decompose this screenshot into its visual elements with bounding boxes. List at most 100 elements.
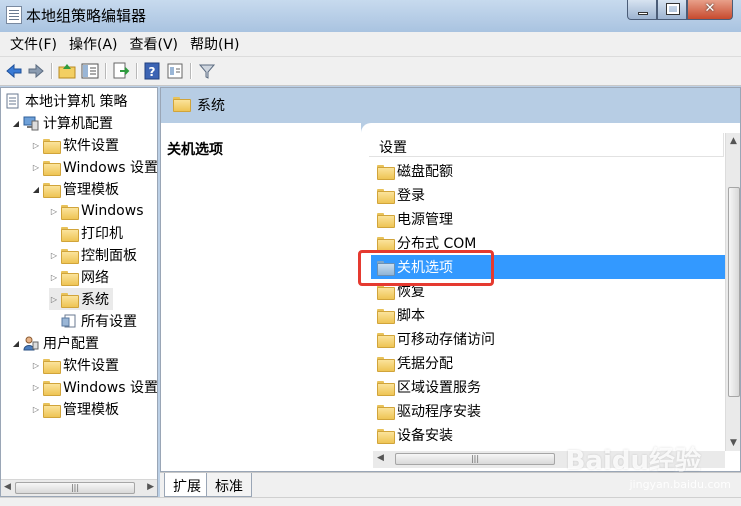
folder-icon [377, 188, 395, 204]
description-title: 关机选项 [167, 142, 223, 158]
folder-icon [377, 380, 395, 396]
tree-item-computer-config[interactable]: ◢ 计算机配置 [11, 112, 113, 134]
toolbar-separator [136, 63, 137, 79]
scrollbar-thumb[interactable]: ||| [15, 482, 135, 494]
help-icon[interactable]: ? [142, 61, 162, 81]
folder-icon [43, 402, 61, 418]
expand-arrow-icon[interactable]: ▷ [31, 141, 41, 150]
collapse-arrow-icon[interactable]: ◢ [11, 119, 21, 128]
expand-arrow-icon[interactable]: ▷ [49, 295, 59, 304]
tree-item-system[interactable]: ▷ 系统 [49, 288, 113, 310]
minimize-button[interactable] [627, 0, 657, 20]
tab-extended[interactable]: 扩展 [164, 473, 210, 497]
up-folder-icon[interactable] [57, 61, 77, 81]
window-controls: ✕ [627, 0, 733, 20]
scroll-right-icon[interactable]: ▶ [147, 482, 154, 492]
column-divider [723, 133, 724, 157]
menu-file[interactable]: 文件(F) [4, 34, 63, 54]
folder-icon [43, 138, 61, 154]
list-item[interactable]: 脚本 [371, 303, 726, 327]
scroll-up-icon[interactable]: ▲ [730, 136, 737, 146]
folder-icon [43, 380, 61, 396]
close-button[interactable]: ✕ [687, 0, 733, 20]
expand-arrow-icon[interactable]: ▷ [49, 273, 59, 282]
folder-icon [43, 160, 61, 176]
collapse-arrow-icon[interactable]: ◢ [11, 339, 21, 348]
folder-icon [377, 308, 395, 324]
tree-horizontal-scrollbar[interactable]: ◀ ||| ▶ [1, 479, 157, 496]
back-arrow-icon[interactable] [4, 61, 24, 81]
menu-view[interactable]: 查看(V) [124, 34, 185, 54]
description-panel: 关机选项 [161, 123, 361, 471]
menu-help[interactable]: 帮助(H) [184, 34, 245, 54]
minimize-icon [638, 12, 648, 15]
tree-pane[interactable]: 本地计算机 策略 ◢ 计算机配置 ▷ 软件设置 ▷ Windows 设置 ◢ 管… [0, 87, 158, 497]
folder-icon [377, 212, 395, 228]
list-item[interactable]: 驱动程序安装 [371, 399, 726, 423]
expand-arrow-icon[interactable]: ▷ [49, 251, 59, 260]
collapse-arrow-icon[interactable]: ◢ [31, 185, 41, 194]
scrollbar-thumb[interactable] [728, 187, 740, 397]
list-item[interactable]: 登录 [371, 183, 726, 207]
menu-bar: 文件(F) 操作(A) 查看(V) 帮助(H) [0, 32, 741, 56]
tree-item-all-settings[interactable]: 所有设置 [49, 310, 137, 332]
title-bar[interactable]: 本地组策略编辑器 ✕ [0, 0, 741, 32]
folder-icon [43, 358, 61, 374]
folder-icon [43, 182, 61, 198]
tree-item-user-windows-settings[interactable]: ▷ Windows 设置 [31, 376, 157, 398]
tree-item-user-software-settings[interactable]: ▷ 软件设置 [31, 354, 119, 376]
folder-icon [61, 226, 79, 242]
filter-icon[interactable] [197, 61, 217, 81]
tree-item-user-config[interactable]: ◢ 用户配置 [11, 332, 99, 354]
column-header-settings[interactable]: 设置 [369, 133, 724, 157]
tree-item-admin-templates[interactable]: ◢ 管理模板 [31, 178, 119, 200]
properties-icon[interactable] [165, 61, 185, 81]
tree-item-windows-settings[interactable]: ▷ Windows 设置 [31, 156, 157, 178]
expand-arrow-icon[interactable]: ▷ [31, 405, 41, 414]
highlight-annotation [358, 250, 494, 286]
tree-item-printers[interactable]: 打印机 [49, 222, 123, 244]
scroll-left-icon[interactable]: ◀ [377, 453, 384, 463]
folder-icon [377, 404, 395, 420]
expand-arrow-icon[interactable]: ▷ [31, 163, 41, 172]
tree-item-software-settings[interactable]: ▷ 软件设置 [31, 134, 119, 156]
svg-text:?: ? [149, 65, 156, 79]
list-item[interactable]: 可移动存储访问 [371, 327, 726, 351]
list-vertical-scrollbar[interactable]: ▲ ▼ [725, 133, 740, 451]
close-icon: ✕ [704, 1, 716, 16]
expand-arrow-icon[interactable]: ▷ [31, 361, 41, 370]
computer-icon [23, 115, 39, 131]
folder-icon [377, 356, 395, 372]
tree-item-control-panel[interactable]: ▷ 控制面板 [49, 244, 137, 266]
toolbar-separator [105, 63, 106, 79]
app-icon [6, 6, 22, 24]
scroll-left-icon[interactable]: ◀ [4, 482, 11, 492]
expand-arrow-icon[interactable]: ▷ [31, 383, 41, 392]
scrollbar-thumb[interactable]: ||| [395, 453, 555, 465]
watermark-brand: Baidu经验 [565, 446, 701, 476]
tree-item-network[interactable]: ▷ 网络 [49, 266, 109, 288]
list-item[interactable]: 区域设置服务 [371, 375, 726, 399]
list-item[interactable]: 凭据分配 [371, 351, 726, 375]
list-item[interactable]: 电源管理 [371, 207, 726, 231]
list-item[interactable]: 磁盘配额 [371, 159, 726, 183]
tree-item-user-admin-templates[interactable]: ▷ 管理模板 [31, 398, 119, 420]
folder-icon [61, 248, 79, 264]
export-list-icon[interactable] [111, 61, 131, 81]
maximize-icon [666, 3, 680, 15]
scroll-down-icon[interactable]: ▼ [730, 438, 737, 448]
tree-item-windows-components[interactable]: ▷ Windows [49, 200, 144, 222]
tab-standard[interactable]: 标准 [206, 473, 252, 497]
folder-icon [377, 428, 395, 444]
folder-icon [61, 204, 79, 220]
toolbar-separator [190, 63, 191, 79]
show-hide-tree-icon[interactable] [80, 61, 100, 81]
expand-arrow-icon[interactable]: ▷ [49, 207, 59, 216]
menu-action[interactable]: 操作(A) [63, 34, 124, 54]
maximize-button[interactable] [657, 0, 687, 20]
watermark: Baidu经验 jingyan.baidu.com [565, 440, 731, 491]
folder-icon [377, 332, 395, 348]
policy-icon [5, 93, 21, 109]
forward-arrow-icon[interactable] [26, 61, 46, 81]
tree-item-local-policy[interactable]: 本地计算机 策略 [5, 90, 127, 112]
